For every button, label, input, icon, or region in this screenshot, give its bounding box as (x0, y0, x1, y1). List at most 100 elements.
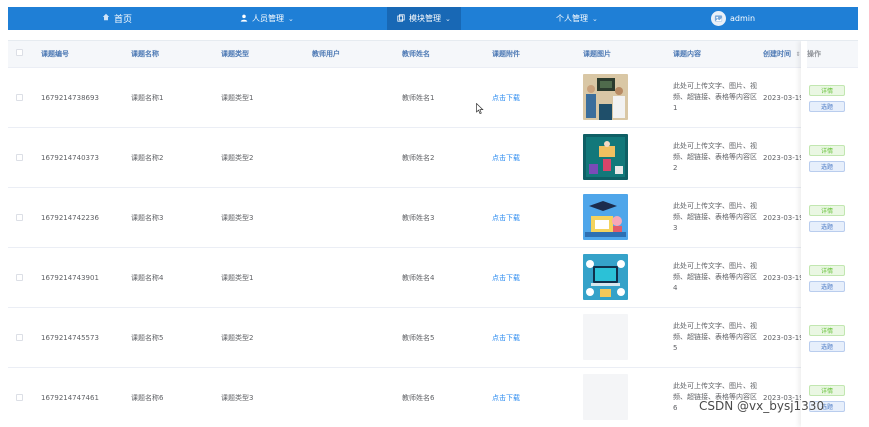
download-link[interactable]: 点击下载 (492, 248, 520, 307)
cell-topic-name: 课题名称1 (131, 93, 164, 102)
download-link[interactable]: 点击下载 (492, 128, 520, 187)
topic-image[interactable] (583, 254, 628, 300)
row-checkbox[interactable] (16, 274, 23, 281)
cell-topic-name: 课题名称6 (131, 393, 164, 402)
detail-button[interactable]: 详情 (809, 325, 845, 336)
col-operations: 操作 (807, 41, 858, 68)
col-content: 课题内容 (673, 50, 701, 58)
col-topic-id: 课题编号 (41, 50, 69, 58)
nav-personal-management[interactable]: 个人管理 ⌄ (556, 7, 598, 30)
sort-icon: ⇕ (795, 51, 801, 58)
col-topic-name: 课题名称 (131, 50, 159, 58)
nav-home[interactable]: 首页 (102, 7, 132, 30)
table-row: 1679214745573 课题名称5 课题类型2 教师姓名5 点击下载 此处可上传文字、… (8, 308, 858, 368)
select-topic-button[interactable]: 选题 (809, 101, 845, 112)
mouse-cursor-icon (476, 99, 484, 118)
col-created-time[interactable]: 创建时间 ⇕ (763, 41, 800, 67)
cell-topic-type: 课题类型1 (221, 93, 254, 102)
cell-teacher-name: 教师姓名3 (402, 213, 435, 222)
download-link[interactable]: 点击下载 (492, 308, 520, 367)
cell-topic-id: 1679214745573 (41, 333, 99, 342)
select-topic-button[interactable]: 选题 (809, 281, 845, 292)
username: admin (730, 14, 756, 23)
col-topic-type: 课题类型 (221, 50, 249, 58)
select-topic-button[interactable]: 选题 (809, 341, 845, 352)
watermark: CSDN @vx_bysj1330 (699, 399, 825, 413)
cell-topic-name: 课题名称2 (131, 153, 164, 162)
home-icon (102, 13, 110, 24)
row-checkbox[interactable] (16, 214, 23, 221)
chevron-down-icon: ⌄ (592, 14, 598, 23)
detail-button[interactable]: 详情 (809, 205, 845, 216)
cell-created-time: 2023-03-19 1 (763, 213, 801, 222)
download-link[interactable]: 点击下载 (492, 188, 520, 247)
cell-created-time: 2023-03-19 1 (763, 93, 801, 102)
col-teacher-name: 教师姓名 (402, 50, 430, 58)
operations-column: 操作 详情 选题 详情 选题 详情 选题 详情 选题 详情 选题 详情 选题 (801, 41, 858, 427)
cell-topic-id: 1679214742236 (41, 213, 99, 222)
detail-button[interactable]: 详情 (809, 85, 845, 96)
detail-button[interactable]: 详情 (809, 145, 845, 156)
select-topic-button[interactable]: 选题 (809, 161, 845, 172)
cell-topic-type: 课题类型2 (221, 333, 254, 342)
nav-home-label: 首页 (114, 15, 133, 25)
nav-people-management[interactable]: 人员管理 ⌄ (240, 7, 294, 30)
avatar (711, 11, 726, 26)
row-checkbox[interactable] (16, 394, 23, 401)
cell-topic-name: 课题名称3 (131, 213, 164, 222)
cell-topic-type: 课题类型3 (221, 213, 254, 222)
cell-topic-name: 课题名称5 (131, 333, 164, 342)
download-link[interactable]: 点击下载 (492, 368, 520, 427)
topic-table: 课题编号 课题名称 课题类型 教师用户 教师姓名 课题附件 课题图片 课题内容 … (8, 40, 858, 427)
chevron-down-icon: ⌄ (288, 14, 294, 23)
topic-image[interactable] (583, 134, 628, 180)
nav-module-label: 模块管理 (409, 14, 441, 23)
cell-topic-id: 1679214747461 (41, 393, 99, 402)
cell-teacher-name: 教师姓名1 (402, 93, 435, 102)
detail-button[interactable]: 详情 (809, 385, 845, 396)
cell-topic-type: 课题类型1 (221, 273, 254, 282)
cell-teacher-name: 教师姓名2 (402, 153, 435, 162)
topic-image[interactable] (583, 374, 628, 420)
cell-topic-name: 课题名称4 (131, 273, 164, 282)
cell-topic-type: 课题类型2 (221, 153, 254, 162)
topic-image[interactable] (583, 194, 628, 240)
row-checkbox[interactable] (16, 154, 23, 161)
cell-topic-content: 此处可上传文字、图片、视频、超链接、表格等内容区3 (673, 202, 757, 232)
topic-image[interactable] (583, 314, 628, 360)
cell-topic-id: 1679214738693 (41, 93, 99, 102)
cell-topic-content: 此处可上传文字、图片、视频、超链接、表格等内容区4 (673, 262, 757, 292)
cell-topic-type: 课题类型3 (221, 393, 254, 402)
cell-topic-content: 此处可上传文字、图片、视频、超链接、表格等内容区2 (673, 142, 757, 172)
table-row: 1679214740373 课题名称2 课题类型2 教师姓名2 点击下载 此处可上传文字、… (8, 128, 858, 188)
cell-teacher-name: 教师姓名6 (402, 393, 435, 402)
person-icon (240, 14, 248, 24)
table-row: 1679214742236 课题名称3 课题类型3 教师姓名3 点击下载 此处可上传文字、… (8, 188, 858, 248)
cell-created-time: 2023-03-19 1 (763, 393, 801, 402)
table-row: 1679214743901 课题名称4 课题类型1 教师姓名4 点击下载 此处可上传文字、… (8, 248, 858, 308)
table-header: 课题编号 课题名称 课题类型 教师用户 教师姓名 课题附件 课题图片 课题内容 … (8, 41, 858, 68)
cell-topic-content: 此处可上传文字、图片、视频、超链接、表格等内容区1 (673, 82, 757, 112)
nav-people-label: 人员管理 (252, 14, 284, 23)
download-link[interactable]: 点击下载 (492, 68, 520, 127)
col-attachment: 课题附件 (492, 50, 520, 58)
select-all-checkbox[interactable] (16, 49, 23, 56)
cell-teacher-name: 教师姓名5 (402, 333, 435, 342)
row-checkbox[interactable] (16, 94, 23, 101)
cell-topic-id: 1679214740373 (41, 153, 99, 162)
top-navbar: 首页 人员管理 ⌄ 模块管理 ⌄ 个人管理 ⌄ admin (8, 7, 858, 30)
detail-button[interactable]: 详情 (809, 265, 845, 276)
col-teacher-user: 教师用户 (312, 50, 340, 58)
cell-created-time: 2023-03-19 1 (763, 153, 801, 162)
cell-created-time: 2023-03-19 1 (763, 273, 801, 282)
table-row: 1679214747461 课题名称6 课题类型3 教师姓名6 点击下载 此处可上传文字、… (8, 368, 858, 427)
select-topic-button[interactable]: 选题 (809, 221, 845, 232)
copy-icon (397, 13, 405, 24)
cell-topic-id: 1679214743901 (41, 273, 99, 282)
user-menu[interactable]: admin (711, 7, 755, 30)
cell-topic-content: 此处可上传文字、图片、视频、超链接、表格等内容区5 (673, 322, 757, 352)
chevron-down-icon: ⌄ (445, 14, 451, 23)
nav-module-management[interactable]: 模块管理 ⌄ (387, 7, 461, 30)
topic-image[interactable] (583, 74, 628, 120)
row-checkbox[interactable] (16, 334, 23, 341)
